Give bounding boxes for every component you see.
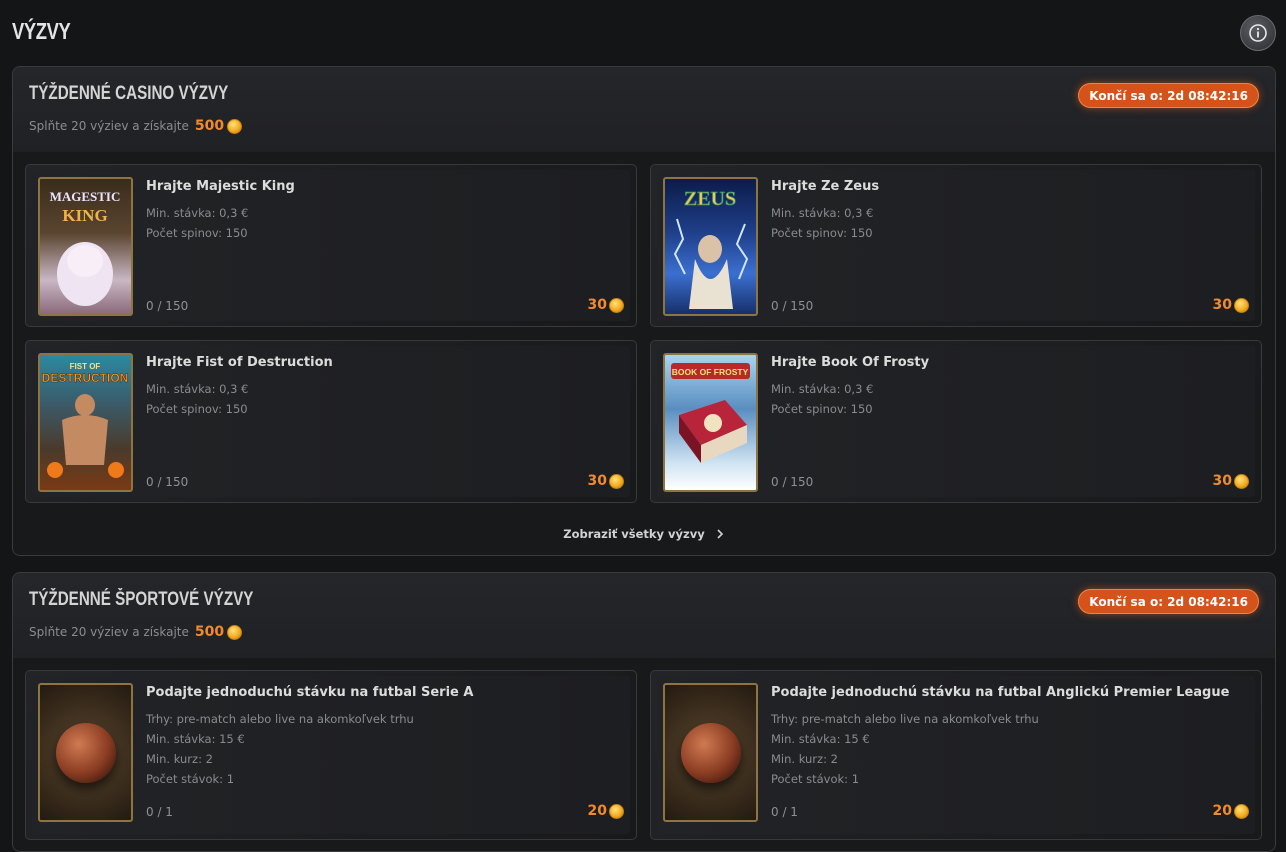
section-title: TÝŽDENNÉ ŠPORTOVÉ VÝZVY	[29, 589, 254, 610]
card-detail: Min. kurz: 2	[146, 752, 213, 766]
section-header: TÝŽDENNÉ CASINO VÝZVY Splňte 20 výziev a…	[13, 67, 1275, 152]
football-thumbnail[interactable]	[38, 683, 133, 822]
challenge-card[interactable]: FIST OF DESTRUCTION Hrajte Fist of Destr…	[25, 340, 637, 503]
card-reward: 30	[1213, 297, 1249, 313]
subtitle-text: Splňte 20 výziev a získajte	[29, 119, 189, 133]
section-header: TÝŽDENNÉ ŠPORTOVÉ VÝZVY Splňte 20 výziev…	[13, 573, 1275, 658]
card-progress: 0 / 150	[146, 299, 189, 313]
card-detail: Min. stávka: 0,3 €	[771, 382, 874, 396]
card-reward: 20	[588, 803, 624, 819]
challenge-card[interactable]: MAGESTIC KING Hrajte Majestic King Min. …	[25, 164, 637, 327]
countdown-badge: Končí sa o: 2d 08:42:16	[1078, 83, 1259, 108]
challenge-card[interactable]: Podajte jednoduchú stávku na futbal Seri…	[25, 670, 637, 840]
card-progress: 0 / 150	[771, 299, 814, 313]
card-title: Hrajte Majestic King	[146, 179, 295, 194]
card-detail: Min. stávka: 0,3 €	[146, 382, 249, 396]
card-detail: Min. stávka: 0,3 €	[771, 206, 874, 220]
coin-icon	[609, 297, 624, 313]
challenge-grid: Podajte jednoduchú stávku na futbal Seri…	[13, 658, 1275, 851]
subtitle-text: Splňte 20 výziev a získajte	[29, 625, 189, 639]
coin-icon	[227, 118, 243, 134]
card-progress: 0 / 1	[771, 805, 798, 819]
card-progress: 0 / 150	[146, 475, 189, 489]
card-reward-value: 30	[1212, 297, 1232, 313]
challenge-grid: MAGESTIC KING Hrajte Majestic King Min. …	[13, 152, 1275, 555]
card-title: Podajte jednoduchú stávku na futbal Seri…	[146, 685, 474, 700]
coin-icon	[609, 473, 624, 489]
card-reward: 30	[588, 297, 624, 313]
challenge-card[interactable]: ZEUS Hrajte Ze Zeus Min. stávka: 0,3 € P…	[650, 164, 1262, 327]
card-reward: 30	[1213, 473, 1249, 489]
countdown-badge: Končí sa o: 2d 08:42:16	[1078, 589, 1259, 614]
card-reward: 20	[1213, 803, 1249, 819]
card-reward-value: 20	[1212, 803, 1232, 819]
card-title: Hrajte Ze Zeus	[771, 179, 880, 194]
game-thumbnail-fist-of-destruction[interactable]: FIST OF DESTRUCTION	[38, 353, 133, 492]
card-progress: 0 / 150	[771, 475, 814, 489]
casino-challenges-section: TÝŽDENNÉ CASINO VÝZVY Splňte 20 výziev a…	[12, 66, 1276, 556]
card-detail: Počet spinov: 150	[771, 226, 873, 240]
section-subtitle: Splňte 20 výziev a získajte 500	[29, 118, 243, 134]
football-thumbnail[interactable]	[663, 683, 758, 822]
section-subtitle: Splňte 20 výziev a získajte 500	[29, 624, 243, 640]
card-detail: Počet stávok: 1	[771, 772, 860, 786]
card-detail: Min. kurz: 2	[771, 752, 838, 766]
section-title: TÝŽDENNÉ CASINO VÝZVY	[29, 83, 229, 104]
svg-text:BOOK OF FROSTY: BOOK OF FROSTY	[672, 367, 749, 377]
card-detail: Počet stávok: 1	[146, 772, 235, 786]
card-detail: Počet spinov: 150	[771, 402, 873, 416]
card-progress: 0 / 1	[146, 805, 173, 819]
card-title: Podajte jednoduchú stávku na futbal Angl…	[771, 685, 1230, 700]
coin-icon	[227, 624, 243, 640]
svg-text:FIST OF: FIST OF	[70, 362, 101, 371]
card-detail: Min. stávka: 15 €	[146, 732, 245, 746]
total-reward-value: 500	[194, 118, 225, 134]
card-reward-value: 30	[587, 297, 607, 313]
game-thumbnail-book-of-frosty[interactable]: BOOK OF FROSTY	[663, 353, 758, 492]
svg-text:ZEUS: ZEUS	[684, 188, 736, 210]
coin-icon	[1234, 473, 1249, 489]
card-detail: Min. stávka: 0,3 €	[146, 206, 249, 220]
sport-challenges-section: TÝŽDENNÉ ŠPORTOVÉ VÝZVY Splňte 20 výziev…	[12, 572, 1276, 852]
football-icon	[55, 722, 116, 783]
card-reward-value: 30	[1212, 473, 1232, 489]
football-icon	[680, 722, 741, 783]
coin-icon	[609, 803, 624, 819]
info-icon[interactable]	[1240, 15, 1276, 51]
card-title: Hrajte Fist of Destruction	[146, 355, 333, 370]
chevron-right-icon	[717, 529, 723, 539]
card-reward-value: 20	[587, 803, 607, 819]
page-title: VÝZVY	[12, 18, 71, 44]
total-reward-value: 500	[194, 624, 225, 640]
game-thumbnail-ze-zeus[interactable]: ZEUS	[663, 177, 758, 316]
total-reward: 500	[194, 118, 243, 134]
svg-text:MAGESTIC: MAGESTIC	[50, 189, 121, 204]
svg-text:KING: KING	[62, 206, 107, 225]
card-detail: Počet spinov: 150	[146, 402, 248, 416]
challenge-card[interactable]: BOOK OF FROSTY Hrajte Book Of Frosty Min…	[650, 340, 1262, 503]
card-reward-value: 30	[587, 473, 607, 489]
coin-icon	[1234, 803, 1249, 819]
card-detail: Trhy: pre-match alebo live na akomkoľvek…	[771, 712, 1039, 726]
total-reward: 500	[194, 624, 243, 640]
card-detail: Počet spinov: 150	[146, 226, 248, 240]
see-all-label: Zobraziť všetky výzvy	[563, 527, 705, 541]
card-title: Hrajte Book Of Frosty	[771, 355, 930, 370]
challenge-card[interactable]: Podajte jednoduchú stávku na futbal Angl…	[650, 670, 1262, 840]
card-detail: Min. stávka: 15 €	[771, 732, 870, 746]
game-thumbnail-majestic-king[interactable]: MAGESTIC KING	[38, 177, 133, 316]
card-reward: 30	[588, 473, 624, 489]
svg-text:DESTRUCTION: DESTRUCTION	[42, 371, 129, 385]
see-all-challenges-link[interactable]: Zobraziť všetky výzvy	[13, 527, 1275, 541]
coin-icon	[1234, 297, 1249, 313]
card-detail: Trhy: pre-match alebo live na akomkoľvek…	[146, 712, 414, 726]
